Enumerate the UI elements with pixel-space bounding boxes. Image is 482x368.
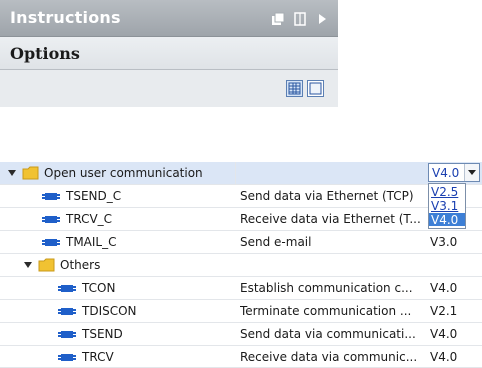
- tree-row[interactable]: TCON Establish communication c... V4.0: [0, 277, 482, 300]
- tree-row-description: Send data via Ethernet (TCP): [240, 189, 414, 203]
- instruction-block-icon: [58, 285, 76, 292]
- tree-row[interactable]: TDISCON Terminate communication ... V2.1: [0, 300, 482, 323]
- instruction-block-icon: [58, 331, 76, 338]
- version-option[interactable]: V2.5: [429, 185, 465, 199]
- grid-view-button[interactable]: [286, 80, 303, 97]
- tree-row[interactable]: TSEND_C Send data via Ethernet (TCP): [0, 185, 482, 208]
- tree-row-version: V2.1: [430, 304, 458, 318]
- float-window-icon[interactable]: [270, 11, 286, 27]
- tree-row-description: Send e-mail: [240, 235, 312, 249]
- instruction-block-icon: [58, 354, 76, 361]
- tree-row-open-user-communication[interactable]: Open user communication V4.0: [0, 162, 482, 185]
- instruction-block-icon: [42, 193, 60, 200]
- instruction-block-icon: [42, 216, 60, 223]
- expand-arrow-icon[interactable]: [8, 170, 16, 176]
- tree-row-name: TCON: [82, 281, 116, 295]
- chevron-down-icon: [468, 170, 476, 175]
- tree-row-name: Open user communication: [44, 166, 203, 180]
- options-header: Options: [0, 37, 338, 70]
- single-view-button[interactable]: [307, 80, 324, 97]
- instruction-block-icon: [58, 308, 76, 315]
- folder-icon: [22, 166, 39, 180]
- version-option[interactable]: V3.1: [429, 199, 465, 213]
- column-separator: [235, 162, 236, 185]
- tree-row-name: TDISCON: [82, 304, 137, 318]
- dropdown-button[interactable]: [464, 164, 479, 181]
- single-view-icon: [309, 82, 322, 95]
- tree-row-name: TSEND_C: [66, 189, 122, 203]
- pin-icon[interactable]: [292, 11, 308, 27]
- expand-arrow-icon[interactable]: [24, 262, 32, 268]
- tree-row-name: TRCV_C: [66, 212, 113, 226]
- tree-row-version: V3.0: [430, 235, 458, 249]
- options-title: Options: [10, 44, 80, 63]
- version-dropdown-list: V2.5 V3.1 V4.0: [428, 183, 466, 229]
- collapse-arrow-icon[interactable]: [314, 11, 330, 27]
- tree-row-description: Receive data via communic...: [240, 350, 418, 364]
- options-toolbar: [0, 70, 338, 107]
- tree-row-others[interactable]: Others: [0, 254, 482, 277]
- tree-row-description: Send data via communicati...: [240, 327, 416, 341]
- tree-row-name: Others: [60, 258, 101, 272]
- tree-row-name: TMAIL_C: [66, 235, 117, 249]
- version-option-selected[interactable]: V4.0: [429, 213, 465, 227]
- version-dropdown-value: V4.0: [432, 166, 460, 180]
- instruction-block-icon: [42, 239, 60, 246]
- tree-row-description: Terminate communication ...: [240, 304, 412, 318]
- instructions-panel-header: Instructions: [0, 0, 338, 37]
- instructions-title: Instructions: [10, 8, 121, 27]
- tree-row-description: Establish communication c...: [240, 281, 413, 295]
- tree-row-description: Receive data via Ethernet (T...: [240, 212, 421, 226]
- tree-row-name: TSEND: [82, 327, 123, 341]
- version-dropdown[interactable]: V4.0: [428, 163, 480, 182]
- grid-view-icon: [288, 82, 301, 95]
- folder-icon: [38, 258, 55, 272]
- tree-row-name: TRCV: [82, 350, 114, 364]
- tree-row-version: V4.0: [430, 350, 458, 364]
- tree-row-version: V4.0: [430, 281, 458, 295]
- tree-row[interactable]: TMAIL_C Send e-mail V3.0: [0, 231, 482, 254]
- tree-row[interactable]: TRCV Receive data via communic... V4.0: [0, 346, 482, 368]
- tree-row[interactable]: TSEND Send data via communicati... V4.0: [0, 323, 482, 346]
- tree-row-version: V4.0: [430, 327, 458, 341]
- tree-row[interactable]: TRCV_C Receive data via Ethernet (T...: [0, 208, 482, 231]
